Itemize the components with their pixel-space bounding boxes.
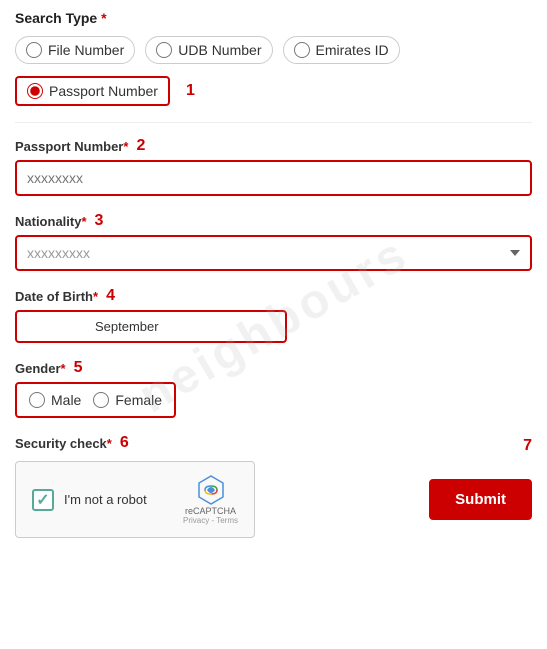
passport-number-badge: 2	[136, 137, 145, 155]
dob-title: Date of Birth	[15, 289, 93, 304]
submit-button[interactable]: Submit	[429, 479, 532, 520]
captcha-privacy-link[interactable]: Privacy	[183, 516, 209, 525]
captcha-left: ✓ I'm not a robot	[32, 489, 147, 511]
dob-day-select[interactable]: 12 34 510 1520 2531	[21, 314, 91, 339]
option-file-number-label: File Number	[48, 42, 124, 58]
gender-title: Gender	[15, 361, 61, 376]
submit-badge: 7	[523, 437, 532, 455]
passport-number-label: Passport Number * 2	[15, 137, 532, 155]
option-passport-number-label: Passport Number	[49, 83, 158, 99]
option-female-label: Female	[115, 392, 162, 408]
dob-required: *	[93, 289, 98, 304]
nationality-title: Nationality	[15, 214, 81, 229]
option-female[interactable]: Female	[93, 392, 162, 408]
passport-number-required: *	[123, 139, 128, 154]
option-emirates-id[interactable]: Emirates ID	[283, 36, 400, 64]
gender-options: Male Female	[15, 382, 176, 418]
option-udb-number[interactable]: UDB Number	[145, 36, 272, 64]
radio-male[interactable]	[29, 392, 45, 408]
search-type-options: File Number UDB Number Emirates ID	[15, 36, 532, 64]
gender-required: *	[61, 361, 66, 376]
security-check-title: Security check	[15, 436, 107, 451]
radio-female[interactable]	[93, 392, 109, 408]
passport-number-input[interactable]	[15, 160, 532, 196]
captcha-links: Privacy - Terms	[183, 516, 238, 525]
security-check-badge: 6	[120, 434, 129, 452]
nationality-required: *	[81, 214, 86, 229]
recaptcha-icon	[195, 474, 227, 506]
security-check-label: Security check * 6	[15, 434, 129, 452]
dob-badge: 4	[106, 287, 115, 305]
dob-label: Date of Birth * 4	[15, 287, 532, 305]
dob-month-select[interactable]: January February March April May June Ju…	[91, 314, 201, 339]
option-male-label: Male	[51, 392, 81, 408]
radio-passport-number[interactable]	[27, 83, 43, 99]
nationality-badge: 3	[95, 212, 104, 230]
gender-badge: 5	[74, 359, 83, 377]
dob-section: Date of Birth * 4 12 34 510 1520 2531 Ja…	[15, 287, 532, 343]
radio-file-number[interactable]	[26, 42, 42, 58]
captcha-box[interactable]: ✓ I'm not a robot reCAPTCHA Privacy -	[15, 461, 255, 538]
option-udb-number-label: UDB Number	[178, 42, 261, 58]
dob-wrapper: 12 34 510 1520 2531 January February Mar…	[15, 310, 287, 343]
passport-number-section: Passport Number * 2	[15, 137, 532, 196]
search-type-label: Search Type *	[15, 10, 532, 26]
option-emirates-id-label: Emirates ID	[316, 42, 389, 58]
search-type-badge: 1	[186, 82, 195, 100]
radio-emirates-id[interactable]	[294, 42, 310, 58]
option-passport-number[interactable]: Passport Number	[15, 76, 170, 106]
captcha-checkbox[interactable]: ✓	[32, 489, 54, 511]
option-file-number[interactable]: File Number	[15, 36, 135, 64]
gender-label: Gender * 5	[15, 359, 532, 377]
security-check-section: Security check * 6 7	[15, 434, 532, 457]
nationality-label: Nationality * 3	[15, 212, 532, 230]
search-type-title: Search Type	[15, 10, 97, 26]
search-type-section: Search Type * File Number UDB Number Emi…	[15, 10, 532, 106]
captcha-terms-link[interactable]: Terms	[216, 516, 238, 525]
radio-udb-number[interactable]	[156, 42, 172, 58]
captcha-checkmark-icon: ✓	[36, 490, 49, 510]
search-type-required: *	[101, 10, 106, 26]
passport-number-title: Passport Number	[15, 139, 123, 154]
recaptcha-brand: reCAPTCHA	[185, 506, 236, 516]
gender-section: Gender * 5 Male Female	[15, 359, 532, 418]
dob-year-select[interactable]: 1950 1960 1970 1980 1990 2000	[201, 314, 281, 339]
nationality-section: Nationality * 3 xxxxxxxxx Afghan Albania…	[15, 212, 532, 271]
nationality-select[interactable]: xxxxxxxxx Afghan Albanian American Briti…	[15, 235, 532, 271]
security-submit-row: Security check * 6 7 ✓ I'm not a robot	[15, 434, 532, 538]
captcha-text: I'm not a robot	[64, 492, 147, 507]
option-male[interactable]: Male	[29, 392, 81, 408]
bottom-row: ✓ I'm not a robot reCAPTCHA Privacy -	[15, 461, 532, 538]
captcha-logo: reCAPTCHA Privacy - Terms	[183, 474, 238, 525]
security-check-required: *	[107, 436, 112, 451]
